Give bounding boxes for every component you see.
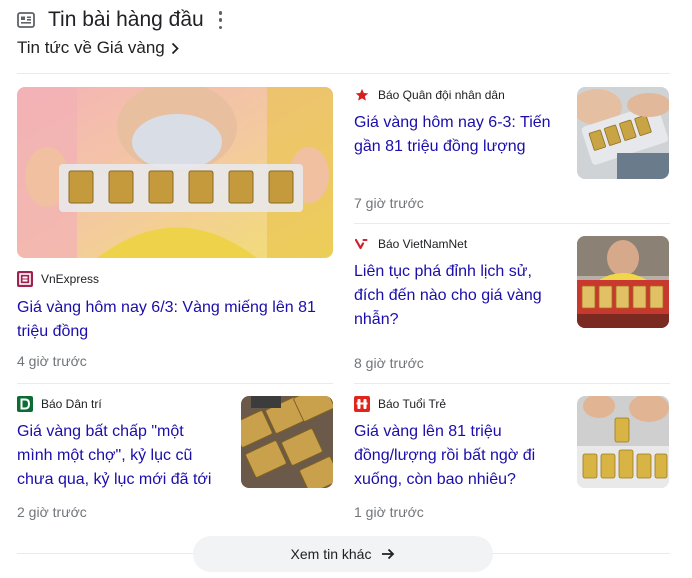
story-card[interactable]: Báo Tuổi Trẻ Giá vàng lên 81 triệu đồng/…: [354, 396, 559, 492]
vnexpress-logo-icon: [17, 271, 33, 287]
dantri-logo-icon: [17, 396, 33, 412]
more-news-label: Xem tin khác: [290, 546, 372, 562]
more-vert-icon[interactable]: [218, 11, 224, 29]
story-source: Báo Dân trí: [17, 396, 222, 412]
vietnamnet-logo-icon: [354, 236, 370, 252]
featured-story-image[interactable]: [17, 87, 333, 258]
source-name: Báo VietNamNet: [378, 237, 468, 251]
red-star-icon: [354, 87, 370, 103]
story-headline[interactable]: Giá vàng lên 81 triệu đồng/lượng rồi bất…: [354, 420, 559, 492]
story-source: Báo Quân đội nhân dân: [354, 87, 559, 103]
more-news-button[interactable]: Xem tin khác: [193, 536, 493, 572]
story-card[interactable]: Báo Quân đội nhân dân Giá vàng hôm nay 6…: [354, 87, 559, 159]
story-thumbnail[interactable]: [577, 87, 669, 179]
source-name: Báo Dân trí: [41, 397, 102, 411]
story-time: 4 giờ trước: [17, 353, 87, 369]
story-source: VnExpress: [17, 271, 333, 287]
chevron-right-icon: [171, 42, 179, 54]
divider: [17, 383, 333, 384]
source-name: Báo Tuổi Trẻ: [378, 397, 447, 411]
story-time: 8 giờ trước: [354, 355, 424, 371]
story-time: 1 giờ trước: [354, 504, 424, 520]
topic-label: Tin tức về Giá vàng: [17, 38, 165, 57]
divider: [354, 223, 670, 224]
divider: [354, 383, 670, 384]
story-thumbnail[interactable]: [577, 236, 669, 328]
section-title: Tin bài hàng đầu: [48, 8, 204, 31]
tuoitre-logo-icon: [354, 396, 370, 412]
story-time: 7 giờ trước: [354, 195, 424, 211]
story-time: 2 giờ trước: [17, 504, 87, 520]
story-headline[interactable]: Giá vàng hôm nay 6/3: Vàng miếng lên 81 …: [17, 296, 333, 344]
section-header: Tin bài hàng đầu: [17, 6, 224, 34]
source-name: VnExpress: [41, 272, 100, 286]
story-source: Báo VietNamNet: [354, 236, 559, 252]
source-name: Báo Quân đội nhân dân: [378, 88, 505, 102]
story-thumbnail[interactable]: [241, 396, 333, 488]
featured-story[interactable]: VnExpress Giá vàng hôm nay 6/3: Vàng miế…: [17, 271, 333, 369]
story-card[interactable]: Báo VietNamNet Liên tục phá đỉnh lịch sử…: [354, 236, 559, 332]
news-icon: [17, 12, 35, 28]
story-card[interactable]: Báo Dân trí Giá vàng bất chấp "một mình …: [17, 396, 222, 492]
story-thumbnail[interactable]: [577, 396, 669, 488]
story-headline[interactable]: Liên tục phá đỉnh lịch sử, đích đến nào …: [354, 260, 559, 332]
topic-link[interactable]: Tin tức về Giá vàng: [17, 38, 179, 58]
story-source: Báo Tuổi Trẻ: [354, 396, 559, 412]
story-headline[interactable]: Giá vàng bất chấp "một mình một chợ", kỷ…: [17, 420, 222, 492]
story-headline[interactable]: Giá vàng hôm nay 6-3: Tiến gần 81 triệu …: [354, 111, 559, 159]
arrow-right-icon: [382, 548, 395, 560]
top-divider: [17, 73, 670, 74]
